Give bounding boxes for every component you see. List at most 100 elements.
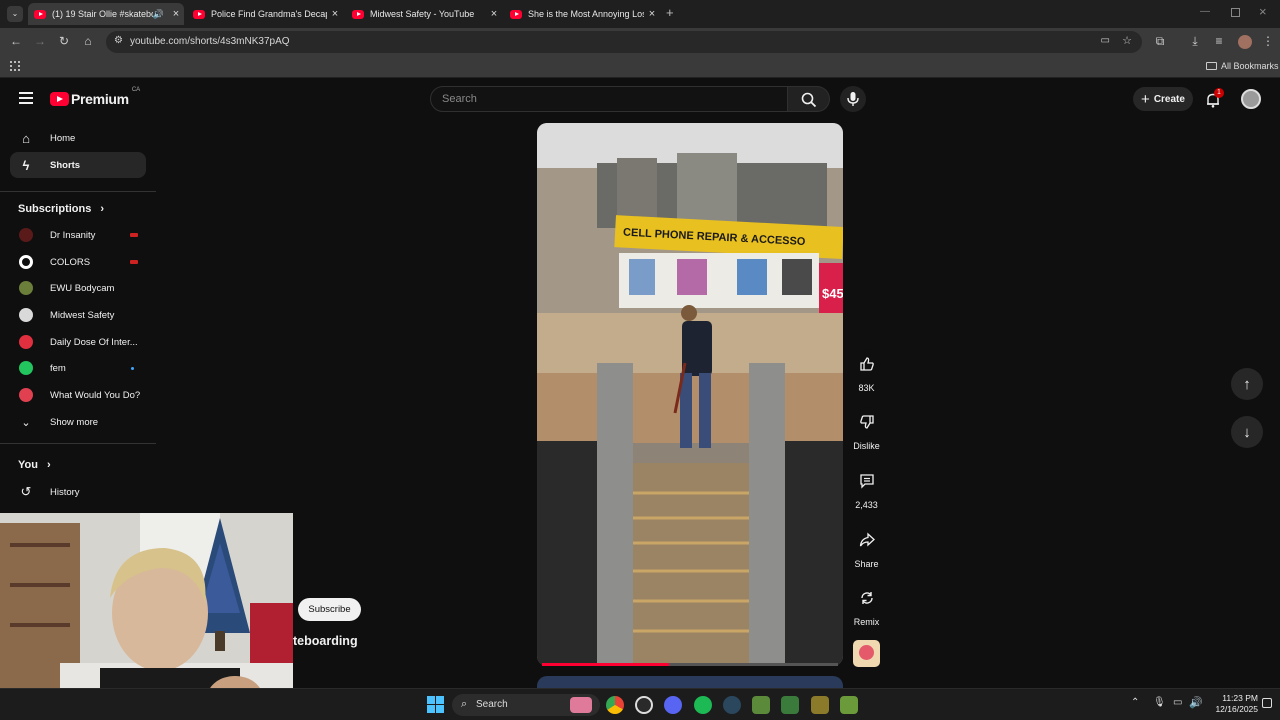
remix-button[interactable] [851, 583, 882, 613]
dislike-action[interactable]: Dislike [849, 407, 884, 451]
home-browser-icon[interactable]: ⌂ [80, 34, 96, 48]
spotify-taskbar-icon[interactable] [694, 696, 712, 714]
plus-icon: + [1141, 90, 1150, 108]
close-tab-icon[interactable]: × [168, 8, 184, 20]
shorts-icon: ϟ [22, 157, 30, 173]
channel-avatar [19, 281, 33, 295]
browser-tab[interactable]: Police Find Grandma's Decapita × [187, 3, 343, 25]
bookmark-star-icon[interactable]: ☆ [1122, 34, 1132, 47]
like-action[interactable]: 83K [849, 349, 884, 393]
windows-start-icon[interactable] [427, 696, 444, 713]
chrome-taskbar-icon[interactable] [606, 696, 624, 714]
sidebar-subscription[interactable]: What Would You Do? [10, 382, 146, 408]
hamburger-menu-icon[interactable] [19, 92, 33, 104]
clock[interactable]: 11:23 PM 12/16/2025 [1208, 693, 1258, 715]
minecraft-taskbar-icon[interactable] [752, 696, 770, 714]
shorts-video-player[interactable]: CELL PHONE REPAIR & ACCESSO $45 [537, 123, 843, 666]
sidebar-subscription[interactable]: Dr Insanity [10, 222, 146, 248]
app-taskbar-icon-2[interactable] [811, 696, 829, 714]
downloads-icon[interactable]: ⤓ [1187, 34, 1203, 49]
share-action[interactable]: Share [849, 525, 884, 569]
search-box[interactable]: Search [430, 86, 788, 112]
restore-window-icon[interactable] [1231, 8, 1240, 17]
you-header[interactable]: You › [18, 459, 51, 471]
taskbar-search-box[interactable]: ⌕ Search [452, 694, 600, 716]
obs-taskbar-icon[interactable] [635, 696, 653, 714]
sidebar-divider [0, 443, 156, 444]
new-tab-button[interactable]: + [666, 5, 674, 20]
sidebar-subscription[interactable]: EWU Bodycam [10, 275, 146, 301]
reload-icon[interactable]: ↻ [56, 34, 72, 48]
close-window-icon[interactable]: × [1259, 4, 1267, 19]
extensions-icon[interactable]: ⧉ [1152, 34, 1168, 49]
video-progress-bar[interactable] [542, 663, 838, 666]
sidebar-item-home[interactable]: ⌂ Home [10, 125, 146, 151]
network-icon[interactable]: ▭ [1173, 697, 1182, 708]
show-more-label: Show more [50, 416, 99, 428]
speaker-icon[interactable]: 🔊 [153, 9, 164, 20]
create-button[interactable]: + Create [1133, 87, 1193, 111]
sidebar-subscription[interactable]: COLORS [10, 249, 146, 275]
mic-tray-icon[interactable]: 🎙 [1153, 697, 1166, 708]
channel-name: Midwest Safety [50, 309, 115, 321]
short-title[interactable]: teboarding [293, 634, 358, 648]
notification-center-icon[interactable] [1262, 698, 1272, 708]
tab-search-menu-button[interactable]: ⌄ [7, 6, 23, 22]
notifications-button[interactable]: 1 [1205, 88, 1224, 108]
browser-tab[interactable]: Midwest Safety - YouTube × [346, 3, 502, 25]
next-short-preview[interactable] [537, 676, 843, 688]
share-button[interactable] [851, 525, 882, 555]
sidebar-item-history[interactable]: ↺ History [10, 479, 146, 505]
sidebar-subscription[interactable]: Daily Dose Of Inter... [10, 329, 146, 355]
previous-short-button[interactable]: ↑ [1231, 368, 1263, 400]
browser-tab[interactable]: She is the Most Annoying Lose × [504, 3, 660, 25]
volume-icon[interactable]: 🔊 [1189, 696, 1203, 709]
omnibox[interactable]: ⚙ youtube.com/shorts/4s3mNK37pAQ ▭ ☆ [106, 31, 1142, 53]
browser-tab-active[interactable]: (1) 19 Stair Ollie #skateboa 🔊 × [28, 3, 184, 25]
close-tab-icon[interactable]: × [327, 8, 343, 20]
dislike-label: Dislike [853, 441, 880, 451]
dislike-button[interactable] [851, 407, 882, 437]
subscriptions-header[interactable]: Subscriptions › [18, 203, 104, 215]
media-control-icon[interactable]: ≡ [1211, 34, 1227, 48]
youtube-logo[interactable]: Premium CA [50, 87, 140, 107]
search-input[interactable]: Search [442, 93, 477, 105]
sound-thumbnail[interactable] [853, 640, 880, 667]
forward-icon[interactable]: → [32, 34, 48, 48]
subscribe-button[interactable]: Subscribe [298, 598, 361, 621]
back-icon[interactable]: ← [8, 34, 24, 48]
channel-avatar [19, 361, 33, 375]
next-short-button[interactable]: ↓ [1231, 416, 1263, 448]
cast-icon[interactable]: ▭ [1101, 35, 1110, 46]
you-label: You [18, 459, 38, 471]
apps-grid-icon[interactable] [10, 61, 20, 71]
url-text[interactable]: youtube.com/shorts/4s3mNK37pAQ [130, 36, 290, 47]
account-avatar[interactable] [1241, 89, 1261, 109]
sidebar-subscription[interactable]: fem [10, 355, 146, 381]
remix-action[interactable]: Remix [849, 583, 884, 627]
sidebar-item-shorts[interactable]: ϟ Shorts [10, 152, 146, 178]
folder-icon [1206, 62, 1217, 70]
minimize-window-icon[interactable]: — [1200, 6, 1210, 17]
comment-count: 2,433 [855, 500, 878, 510]
show-more-button[interactable]: ⌄ Show more [10, 409, 146, 435]
steam-taskbar-icon[interactable] [723, 696, 741, 714]
site-info-icon[interactable]: ⚙ [114, 35, 123, 46]
app-taskbar-icon-3[interactable] [840, 696, 858, 714]
system-tray-chevron-icon[interactable]: ⌃ [1131, 697, 1139, 708]
search-button[interactable] [788, 86, 830, 112]
close-tab-icon[interactable]: × [644, 8, 660, 20]
voice-search-button[interactable] [840, 86, 866, 112]
chevron-right-icon: › [47, 459, 51, 471]
comments-action[interactable]: 2,433 [849, 466, 884, 510]
close-tab-icon[interactable]: × [486, 8, 502, 20]
app-taskbar-icon[interactable] [781, 696, 799, 714]
like-button[interactable] [851, 349, 882, 379]
browser-menu-icon[interactable]: ⋮ [1260, 34, 1276, 48]
profile-avatar[interactable] [1238, 35, 1252, 49]
all-bookmarks-button[interactable]: All Bookmarks [1206, 61, 1279, 71]
comments-button[interactable] [851, 466, 882, 496]
discord-taskbar-icon[interactable] [664, 696, 682, 714]
thumbs-down-icon [859, 415, 874, 429]
sidebar-subscription[interactable]: Midwest Safety [10, 302, 146, 328]
